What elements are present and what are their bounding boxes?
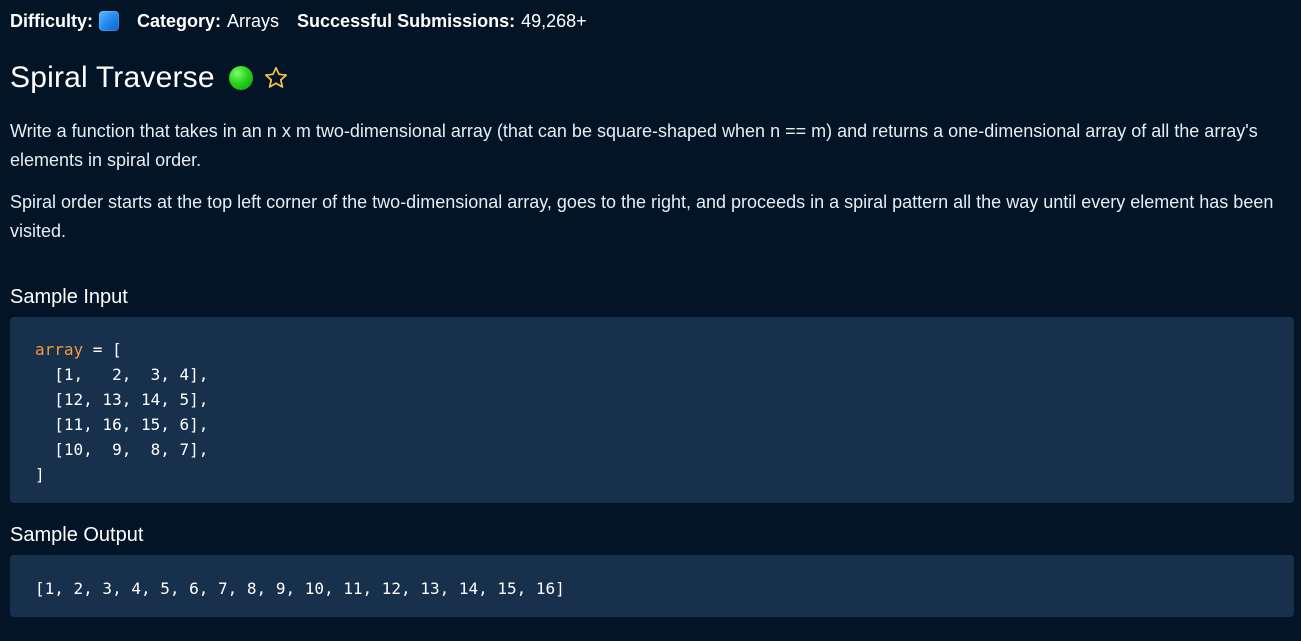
difficulty-square-icon [99,11,119,31]
submissions-meta: Successful Submissions: 49,268+ [297,11,587,32]
category-meta: Category: Arrays [137,11,279,32]
code-line: [1, 2, 3, 4, 5, 6, 7, 8, 9, 10, 11, 12, … [35,579,565,598]
code-line: [11, 16, 15, 6], [35,415,209,434]
submissions-value: 49,268+ [521,10,587,31]
code-line: array = [ [35,337,1294,362]
code-line: [1, 2, 3, 4], [35,365,209,384]
sample-input-heading: Sample Input [10,286,128,308]
code-line: [12, 13, 14, 5], [35,390,209,409]
sample-output-code-block: [1, 2, 3, 4, 5, 6, 7, 8, 9, 10, 11, 12, … [10,555,1294,617]
description-paragraph: Spiral order starts at the top left corn… [10,192,1274,241]
submissions-label: Successful Submissions: [297,10,516,31]
code-line: ] [35,465,45,484]
title-row: Spiral Traverse [10,58,289,98]
difficulty-label: Difficulty: [10,10,93,31]
category-value: Arrays [227,10,280,31]
problem-meta-bar: Difficulty: Category: Arrays Successful … [10,8,587,34]
code-line: [10, 9, 8, 7], [35,440,209,459]
category-label: Category: [137,10,222,31]
difficulty-meta: Difficulty: [10,11,119,32]
star-icon[interactable] [263,65,289,91]
description-paragraph: Write a function that takes in an n x m … [10,121,1258,170]
page-title: Spiral Traverse [10,61,215,94]
completed-status-icon [228,66,253,90]
sample-output-heading: Sample Output [10,524,144,546]
variable-name: array [35,340,84,359]
sample-input-code-block: array = [ [1, 2, 3, 4], [12, 13, 14, 5],… [10,317,1294,503]
assignment-text: = [ [83,340,122,359]
